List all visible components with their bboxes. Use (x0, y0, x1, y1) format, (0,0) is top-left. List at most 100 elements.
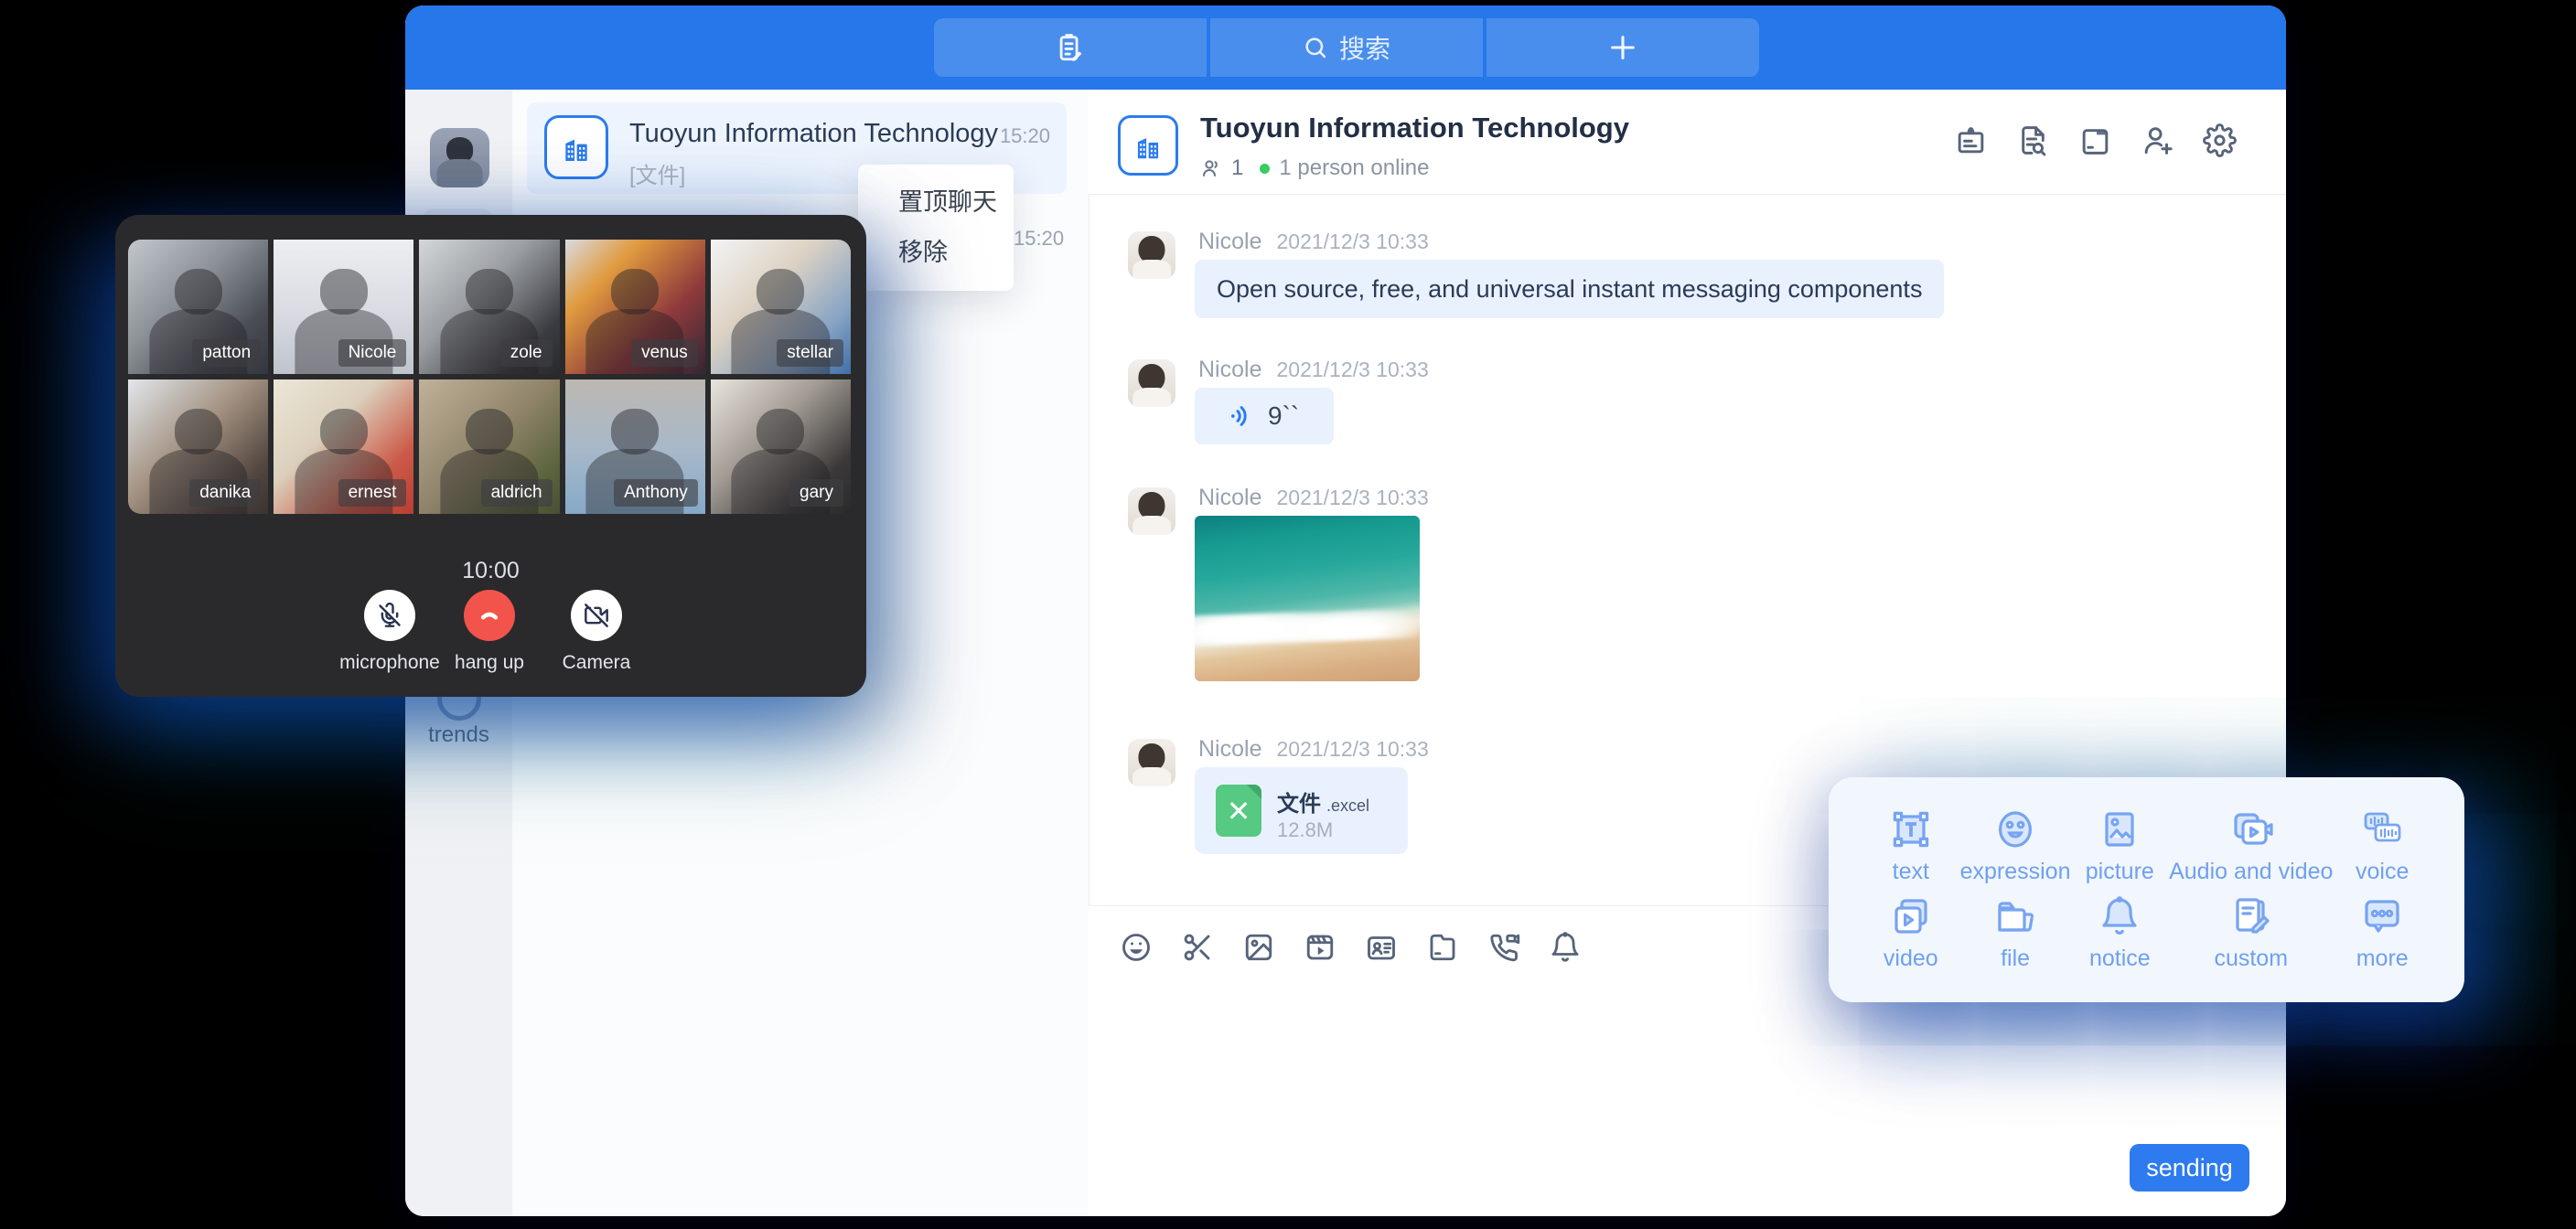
feature-more[interactable]: more (2333, 890, 2431, 977)
feature-video[interactable]: video (1862, 890, 1960, 977)
members-icon (1200, 157, 1222, 179)
video-call-icon[interactable] (1487, 931, 1520, 964)
scissors-screenshot-icon[interactable] (1181, 931, 1214, 964)
sender-name: Nicole (1198, 485, 1261, 511)
feature-picture[interactable]: picture (2071, 803, 2170, 890)
participant-tile[interactable]: stellar (711, 240, 851, 374)
participant-tile[interactable]: danika (128, 379, 268, 514)
call-timer: 10:00 (115, 558, 866, 584)
text-frame-icon (1889, 807, 1933, 851)
avatar (1128, 739, 1175, 786)
message-time: 2021/12/3 10:33 (1276, 358, 1428, 382)
sidebar-item-trends[interactable]: trends (405, 722, 512, 748)
notification-bell-icon[interactable] (1549, 931, 1582, 964)
avatar (1128, 231, 1175, 279)
top-bar: 搜索 (405, 5, 2286, 90)
menu-item-remove[interactable]: 移除 (858, 240, 1014, 265)
conversation-time: 15:20 (1000, 124, 1050, 148)
conversation-last-message: [文件] (629, 157, 685, 189)
online-status: 1 person online (1279, 155, 1429, 181)
file-upload-icon[interactable] (1426, 931, 1459, 964)
search-input[interactable]: 搜索 (1210, 18, 1483, 77)
camera-off-button[interactable] (571, 590, 622, 641)
microphone-mute-button[interactable] (364, 590, 415, 641)
expression-smiley-icon (1993, 807, 2037, 851)
avatar (1128, 487, 1175, 535)
file-size: 12.8M (1277, 818, 1333, 842)
text-message-bubble[interactable]: Open source, free, and universal instant… (1195, 260, 1944, 318)
message-type-panel: text expression picture (1829, 777, 2464, 1002)
sender-name: Nicole (1198, 736, 1261, 763)
feature-audio-video[interactable]: Audio and video (2169, 803, 2333, 890)
video-clip-icon[interactable] (1304, 931, 1336, 964)
participant-tile[interactable]: Nicole (274, 240, 413, 374)
feature-expression[interactable]: expression (1960, 803, 2071, 890)
custom-document-pen-icon (2229, 894, 2273, 938)
participant-name: venus (631, 339, 698, 367)
file-name: 文件.excel (1277, 785, 1369, 818)
add-member-icon[interactable] (2141, 123, 2174, 157)
participant-name: zole (500, 339, 553, 367)
participant-tile[interactable]: ernest (274, 379, 413, 514)
chat-header-actions (1954, 123, 2237, 157)
participant-tile[interactable]: zole (419, 240, 559, 374)
menu-item-pin-chat[interactable]: 置顶聊天 (858, 190, 1014, 215)
composer-toolbar (1120, 931, 1582, 964)
conversation-context-menu: 置顶聊天 移除 (858, 165, 1014, 291)
image-message-beach-photo[interactable] (1195, 516, 1420, 681)
excel-x-glyph: ✕ (1227, 796, 1251, 826)
participant-tile[interactable]: venus (565, 240, 705, 374)
online-dot (1260, 164, 1270, 174)
file-folder-icon (1993, 894, 2037, 938)
image-upload-icon[interactable] (1242, 931, 1275, 964)
feature-voice[interactable]: voice (2333, 803, 2431, 890)
picture-icon (2098, 807, 2141, 851)
contact-card-icon[interactable] (1365, 931, 1398, 964)
video-stack-icon (1889, 894, 1933, 938)
send-button[interactable]: sending (2130, 1144, 2249, 1192)
chat-meta: 1 1 person online (1200, 155, 1429, 181)
member-count: 1 (1231, 155, 1243, 181)
user-avatar[interactable] (430, 128, 489, 187)
participant-grid: patton Nicole zole venus stellar danika … (128, 240, 851, 514)
chat-history-search-icon[interactable] (2016, 123, 2050, 157)
voice-bubbles-icon (2360, 807, 2404, 851)
hangup-label: hang up (435, 652, 544, 674)
participant-tile[interactable]: Anthony (565, 379, 705, 514)
notes-button[interactable] (934, 18, 1207, 77)
camera-control: Camera (542, 590, 651, 674)
group-building-icon (1118, 115, 1178, 176)
group-file-icon[interactable] (2078, 123, 2112, 157)
message-time: 2021/12/3 10:33 (1276, 230, 1428, 254)
microphone-control: microphone (335, 590, 445, 674)
emoji-icon[interactable] (1120, 931, 1153, 964)
voice-duration: 9`` (1268, 401, 1299, 431)
message-time: 2021/12/3 10:33 (1276, 737, 1428, 762)
settings-gear-icon[interactable] (2203, 123, 2237, 157)
feature-notice[interactable]: notice (2071, 890, 2170, 977)
group-notice-icon[interactable] (1954, 123, 1988, 157)
avatar (1128, 359, 1175, 407)
participant-name: Anthony (614, 479, 698, 507)
message-meta: Nicole 2021/12/3 10:33 (1198, 229, 1429, 255)
participant-name: stellar (777, 339, 843, 367)
feature-custom[interactable]: custom (2169, 890, 2333, 977)
excel-file-icon: ✕ (1216, 785, 1261, 837)
voice-message-bubble[interactable]: 9`` (1195, 388, 1334, 444)
conversation-title: Tuoyun Information Technology (629, 119, 998, 149)
video-call-panel: patton Nicole zole venus stellar danika … (115, 215, 866, 697)
participant-tile[interactable]: patton (128, 240, 268, 374)
top-bar-button-group: 搜索 (934, 18, 1759, 77)
participant-tile[interactable]: aldrich (419, 379, 559, 514)
feature-text[interactable]: text (1862, 803, 1960, 890)
message-meta: Nicole 2021/12/3 10:33 (1198, 485, 1429, 511)
feature-file[interactable]: file (1960, 890, 2071, 977)
hang-up-button[interactable] (464, 590, 515, 641)
microphone-label: microphone (335, 652, 445, 674)
chat-title: Tuoyun Information Technology (1200, 112, 1629, 144)
participant-name: patton (192, 339, 261, 367)
participant-tile[interactable]: gary (711, 379, 851, 514)
file-message-card[interactable]: ✕ 文件.excel 12.8M (1195, 767, 1408, 854)
add-button[interactable] (1487, 18, 1759, 77)
plus-icon (1607, 32, 1638, 63)
